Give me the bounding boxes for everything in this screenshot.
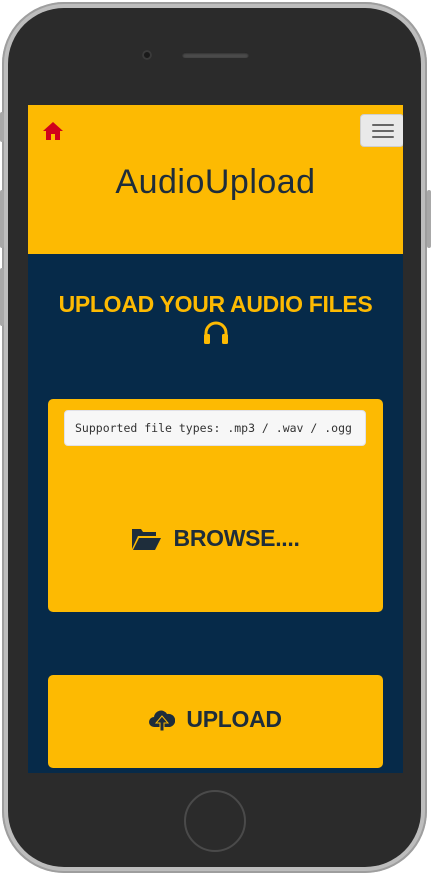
front-camera [142, 50, 152, 60]
power-button [427, 190, 431, 248]
device-home-button[interactable] [184, 790, 246, 852]
home-link[interactable] [42, 121, 64, 141]
app-title: AudioUpload [115, 163, 316, 201]
volume-down-button [0, 268, 4, 326]
upload-row: UPLOAD [48, 706, 383, 736]
upload-heading: UPLOAD YOUR AUDIO FILES [58, 291, 373, 317]
menu-toggle-button[interactable] [360, 114, 403, 147]
home-icon [43, 122, 63, 140]
browse-label: BROWSE.... [173, 525, 300, 551]
upload-label: UPLOAD [186, 706, 282, 732]
volume-up-button [0, 190, 4, 248]
app-header: AudioUpload [28, 105, 403, 254]
browse-files-button[interactable]: Supported file types: .mp3 / .wav / .ogg… [48, 399, 383, 612]
earpiece-speaker [182, 52, 249, 58]
supported-file-types: Supported file types: .mp3 / .wav / .ogg [64, 410, 366, 446]
folder-open-icon [132, 528, 162, 550]
mute-switch [0, 112, 4, 142]
cloud-upload-icon [149, 710, 176, 731]
browse-row: BROWSE.... [48, 525, 383, 555]
app-screen: AudioUpload UPLOAD YOUR AUDIO FILES Supp… [28, 105, 403, 773]
upload-button[interactable]: UPLOAD [48, 675, 383, 768]
headphones-icon [204, 321, 228, 344]
